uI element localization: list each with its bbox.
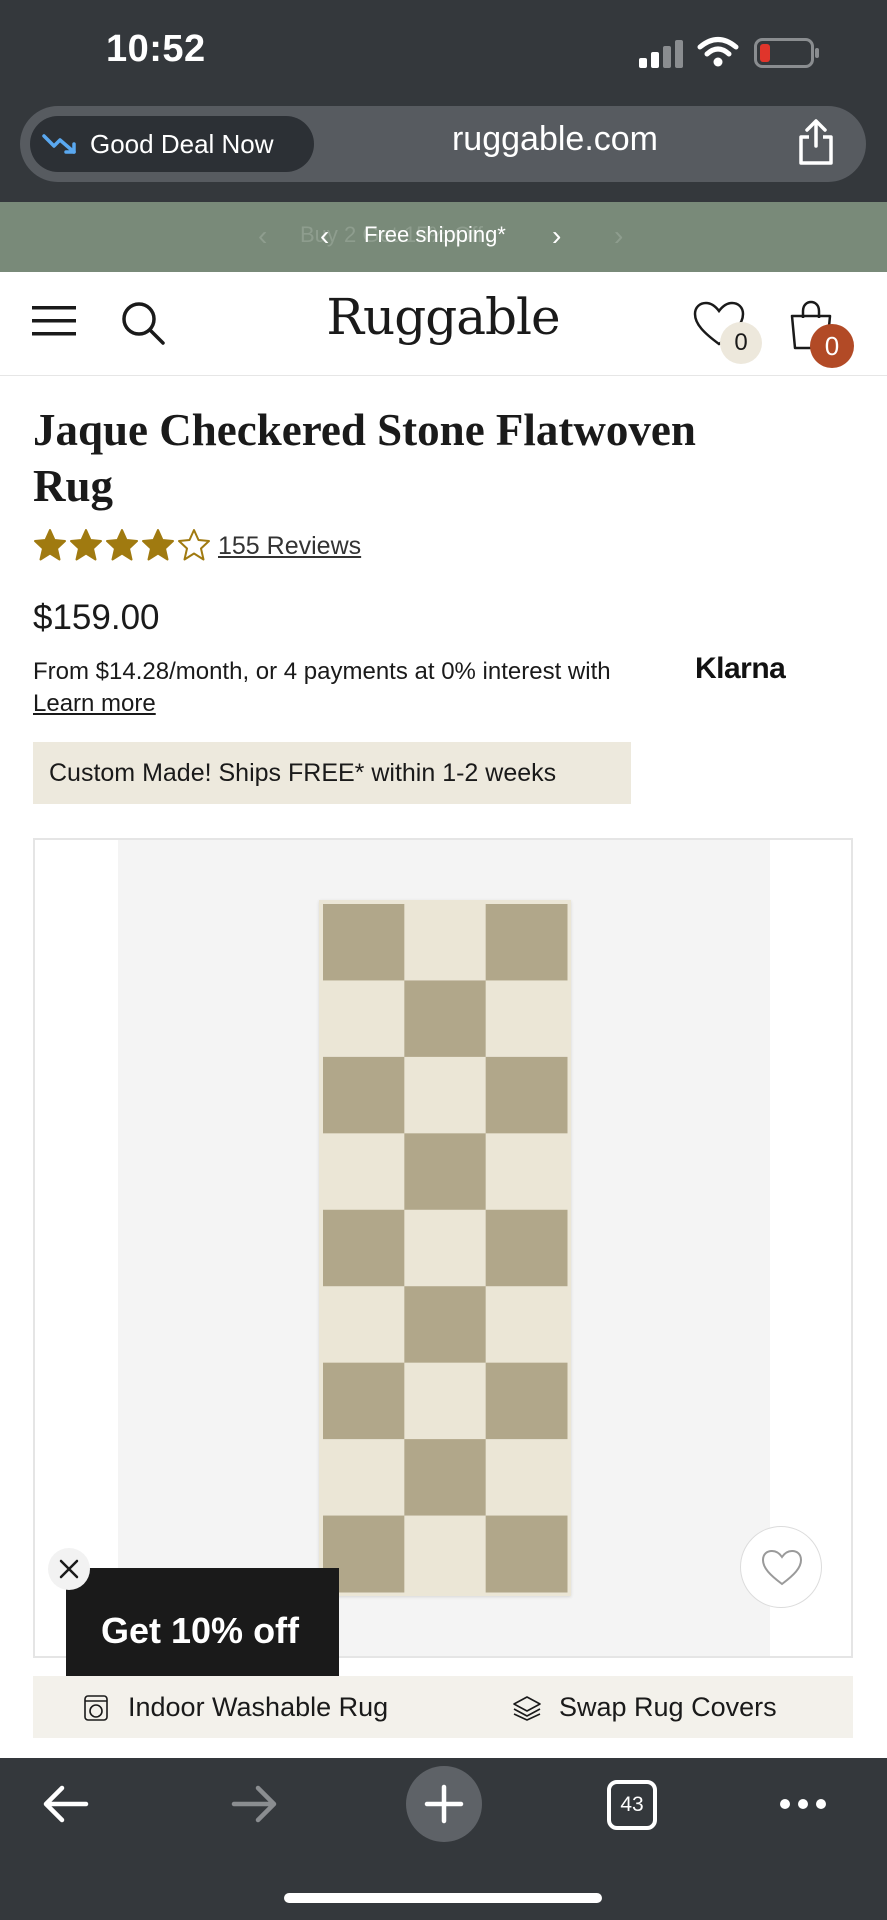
discount-popup-text: Get 10% off [101, 1610, 300, 1651]
star-filled-icon [142, 529, 174, 561]
star-empty-icon [178, 529, 210, 561]
forward-icon[interactable] [230, 1782, 280, 1826]
good-deal-label: Good Deal Now [90, 128, 274, 159]
star-filled-icon [70, 529, 102, 561]
learn-more-link[interactable]: Learn more [33, 690, 156, 718]
promo-prev-faded-icon: ‹ [258, 220, 268, 251]
star-filled-icon [106, 529, 138, 561]
promo-prev-icon[interactable]: ‹ [320, 220, 329, 252]
wishlist-count-badge: 0 [720, 322, 762, 364]
promo-message: Free shipping* [364, 222, 506, 247]
feature-swap-label: Swap Rug Covers [559, 1692, 777, 1722]
discount-popup[interactable]: Get 10% off [66, 1568, 339, 1692]
star-rating[interactable] [33, 528, 211, 562]
plus-icon [424, 1784, 464, 1824]
battery-icon [754, 38, 819, 68]
search-icon[interactable] [120, 300, 166, 346]
popup-close-button[interactable] [48, 1548, 90, 1590]
share-icon[interactable] [796, 118, 836, 166]
status-time: 10:52 [106, 28, 206, 70]
swap-layers-icon [513, 1696, 541, 1721]
good-deal-button[interactable]: Good Deal Now [30, 116, 314, 172]
cart-count-badge: 0 [810, 324, 854, 368]
promo-next-faded-icon: › [614, 220, 624, 251]
financing-text: From $14.28/month, or 4 payments at 0% i… [33, 658, 611, 685]
wifi-icon [697, 37, 739, 67]
product-image[interactable] [33, 838, 853, 1658]
shipping-note: Custom Made! Ships FREE* within 1-2 week… [33, 742, 631, 804]
signal-icon [639, 40, 683, 68]
star-filled-icon [34, 529, 66, 561]
reviews-link[interactable]: 155 Reviews [218, 532, 361, 561]
new-tab-button[interactable] [406, 1766, 482, 1842]
more-icon[interactable] [778, 1796, 828, 1812]
site-logo[interactable]: Ruggable [270, 288, 616, 346]
url-text[interactable]: ruggable.com [330, 120, 780, 159]
klarna-logo: Klarna [695, 652, 786, 685]
hamburger-icon[interactable] [32, 304, 76, 338]
product-title: Jaque Checkered Stone Flatwoven Rug [33, 405, 696, 511]
home-indicator[interactable] [284, 1893, 602, 1903]
heart-outline-icon [761, 1549, 803, 1586]
close-icon [59, 1559, 79, 1579]
washer-icon [84, 1695, 108, 1721]
shipping-note-text: Custom Made! Ships FREE* within 1-2 week… [49, 759, 557, 787]
promo-next-icon[interactable]: › [552, 220, 561, 252]
add-to-wishlist-button[interactable] [740, 1526, 822, 1608]
trend-down-icon [42, 134, 76, 154]
tabs-icon[interactable]: 43 [607, 1780, 657, 1830]
back-icon[interactable] [40, 1782, 90, 1826]
feature-washable-label: Indoor Washable Rug [128, 1692, 389, 1722]
product-price: $159.00 [33, 598, 160, 637]
checkered-rug-image [319, 900, 571, 1596]
